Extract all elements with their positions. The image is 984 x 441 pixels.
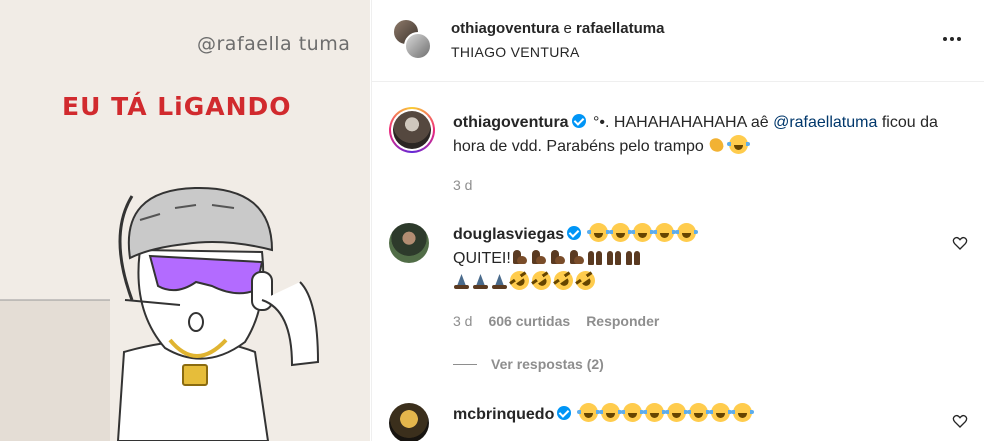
story-ring-avatar[interactable] (389, 107, 435, 153)
view-replies-label: Ver respostas (2) (491, 356, 604, 372)
collab-avatars[interactable] (392, 18, 434, 62)
flexed-bicep-emoji-icon (568, 248, 585, 266)
verified-badge-icon (571, 114, 586, 128)
post-sidebar: othiagoventura e rafaellatuma THIAGO VEN… (371, 0, 984, 441)
media-shout-text: EU TÁ LiGANDO (62, 92, 292, 121)
caption-timestamp[interactable]: 3 d (453, 177, 472, 193)
comment-timestamp[interactable]: 3 d (453, 313, 472, 329)
rolling-laughing-emoji-icon (528, 267, 555, 294)
divider-line (453, 363, 477, 365)
folded-hands-emoji-icon (453, 272, 470, 290)
tears-of-joy-emoji-icon (630, 223, 654, 242)
flexed-bicep-emoji-icon (511, 248, 528, 266)
caption-prefix: °•. HAHAHAHAHAHA aê (593, 114, 769, 131)
tears-of-joy-emoji-icon (727, 135, 751, 154)
tears-of-joy-emoji-icon (608, 223, 632, 242)
header-user2-link[interactable]: rafaellatuma (576, 20, 664, 37)
tears-of-joy-emoji-icon (708, 403, 732, 422)
comment-line-1: mcbrinquedo (453, 403, 755, 427)
raising-hands-emoji-icon (587, 248, 604, 266)
more-options-button[interactable] (938, 27, 966, 51)
comment-username-link[interactable]: mcbrinquedo (453, 406, 554, 423)
header-conjunction: e (563, 20, 572, 37)
tears-of-joy-emoji-icon (664, 403, 688, 422)
clap-emoji-icon (708, 135, 727, 154)
avatar (393, 111, 431, 149)
tears-of-joy-emoji-icon (730, 403, 754, 422)
avatar[interactable] (389, 403, 429, 441)
caption-username-link[interactable]: othiagoventura (453, 114, 569, 131)
raising-hands-emoji-icon (625, 248, 642, 266)
avatar[interactable] (389, 223, 429, 263)
tears-of-joy-emoji-icon (620, 403, 644, 422)
rolling-laughing-emoji-icon (572, 267, 599, 294)
verified-badge-icon (557, 406, 572, 420)
comment-likes-count[interactable]: 606 curtidas (488, 313, 570, 329)
comment-line-2: QUITEI! (453, 247, 644, 271)
folded-hands-emoji-icon (472, 272, 489, 290)
rolling-laughing-emoji-icon (550, 267, 577, 294)
tears-of-joy-emoji-icon (674, 223, 698, 242)
cartoon-illustration (0, 186, 320, 441)
caption-body: othiagoventura °•. HAHAHAHAHAHA aê @rafa… (453, 111, 973, 159)
header-title: othiagoventura e rafaellatuma (451, 20, 664, 37)
comment-text: QUITEI! (453, 250, 511, 267)
tears-of-joy-emoji-icon (598, 403, 622, 422)
tears-of-joy-emoji-icon (576, 403, 600, 422)
reply-button[interactable]: Responder (586, 313, 659, 329)
more-horizontal-icon (943, 37, 947, 41)
comment-line-3 (453, 267, 599, 295)
media-handle-text: @rafaella tuma (197, 33, 351, 55)
raising-hands-emoji-icon (606, 248, 623, 266)
heart-icon[interactable] (952, 413, 968, 429)
rolling-laughing-emoji-icon (506, 267, 533, 294)
flexed-bicep-emoji-icon (530, 248, 547, 266)
flexed-bicep-emoji-icon (549, 248, 566, 266)
header-user1-link[interactable]: othiagoventura (451, 20, 559, 37)
post-media-image[interactable]: @rafaella tuma EU TÁ LiGANDO (0, 0, 370, 441)
tears-of-joy-emoji-icon (586, 223, 610, 242)
caption-mention-link[interactable]: @rafaellatuma (773, 114, 877, 131)
verified-badge-icon (567, 226, 582, 240)
heart-icon[interactable] (952, 235, 968, 251)
tears-of-joy-emoji-icon (642, 403, 666, 422)
comment-meta: 3 d 606 curtidas Responder (453, 313, 659, 329)
avatar[interactable] (404, 32, 432, 60)
tears-of-joy-emoji-icon (652, 223, 676, 242)
comment-username-link[interactable]: douglasviegas (453, 226, 564, 243)
header-subtitle[interactable]: THIAGO VENTURA (451, 44, 580, 60)
view-replies-button[interactable]: Ver respostas (2) (453, 356, 604, 372)
folded-hands-emoji-icon (491, 272, 508, 290)
comment-line-1: douglasviegas (453, 223, 699, 247)
tears-of-joy-emoji-icon (686, 403, 710, 422)
post-header: othiagoventura e rafaellatuma THIAGO VEN… (372, 0, 984, 82)
